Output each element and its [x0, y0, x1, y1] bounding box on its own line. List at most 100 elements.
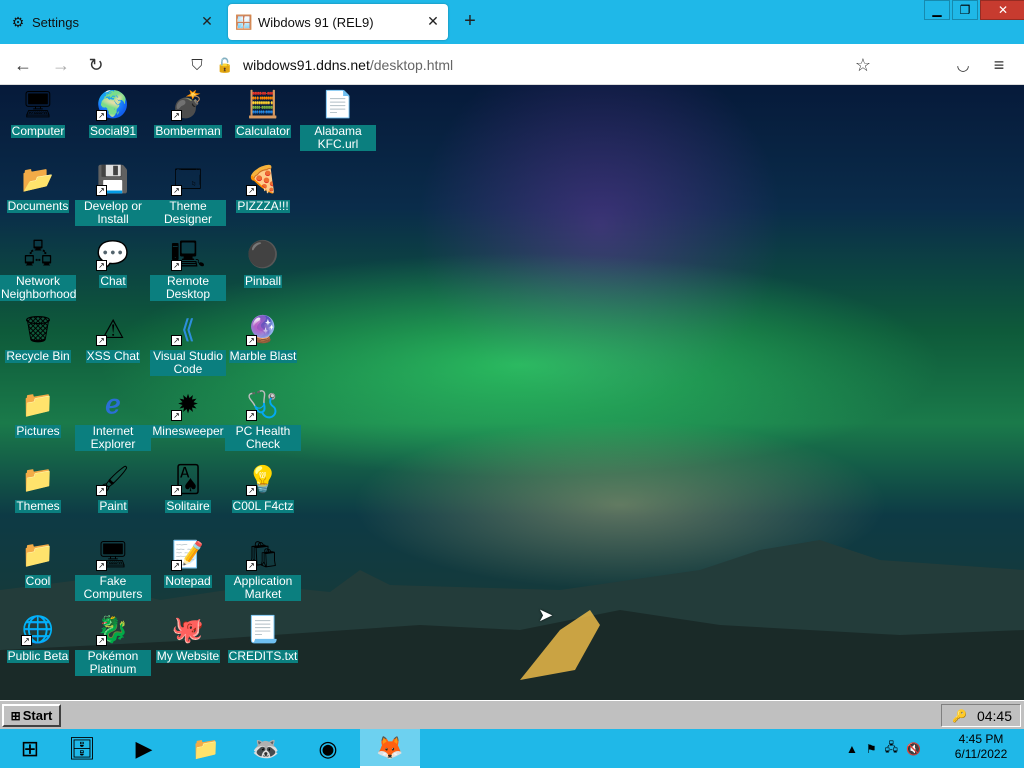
desktop-icon-marble-blast[interactable]: 🔮 ↗ Marble Blast	[225, 312, 301, 363]
window-close-button[interactable]: ✕	[980, 0, 1024, 20]
desktop-icon-my-website[interactable]: 🐙 My Website	[150, 612, 226, 663]
desktop-icon-documents[interactable]: 📂 Documents	[0, 162, 76, 213]
desktop-icon-internet-explorer[interactable]: ℯ Internet Explorer	[75, 387, 151, 451]
desktop-icon-pc-health-check[interactable]: 🩺 ↗ PC Health Check	[225, 387, 301, 451]
desktop-icon-paint[interactable]: 🖌 ↗ Paint	[75, 462, 151, 513]
desktop-icon-xss-chat[interactable]: ⚠ ↗ XSS Chat	[75, 312, 151, 363]
chevron-up-icon[interactable]: ▲	[846, 742, 858, 756]
url-host: wibdows91.ddns.net	[243, 57, 370, 73]
back-button[interactable]: ←	[10, 52, 36, 78]
icon-label: Fake Computers	[75, 575, 151, 601]
icon-label: Theme Designer	[150, 200, 226, 226]
network-tray-icon[interactable]: 🖧	[885, 738, 898, 759]
desktop-icon-theme-designer[interactable]: 🗔 ↗ Theme Designer	[150, 162, 226, 226]
ie-icon: ℯ	[105, 389, 121, 419]
health-check-icon: 🩺 ↗	[246, 389, 280, 421]
desktop-icon-notepad[interactable]: 📝 ↗ Notepad	[150, 537, 226, 588]
icon-label: Chat	[99, 274, 127, 288]
raccoon-app-icon[interactable]: 🦝	[236, 729, 296, 768]
computer-icon: 🖥 ↗	[96, 539, 130, 571]
wibdows-tray: 🔑 04:45	[941, 704, 1021, 727]
desktop-icon-application-market[interactable]: 🛍 ↗ Application Market	[225, 537, 301, 601]
desktop-icon-cool-factz[interactable]: 💡 ↗ C00L F4ctz	[225, 462, 301, 513]
new-tab-button[interactable]: +	[458, 10, 482, 34]
url-field[interactable]: wibdows91.ddns.net/desktop.html	[243, 49, 843, 81]
shield-icon[interactable]: ⛉	[184, 52, 210, 78]
wibdows-desktop: 🖥 Computer 🌍 ↗ Social91 💣 ↗ Bomberman 🧮 Ca…	[0, 85, 1024, 700]
restore-button[interactable]: ❐	[952, 0, 978, 20]
pokemon-icon: 🐉 ↗	[96, 614, 130, 646]
icon-label: Alabama KFC.url	[300, 125, 376, 151]
desktop-icon-social91[interactable]: 🌍 ↗ Social91	[75, 87, 151, 138]
desktop-icon-bomberman[interactable]: 💣 ↗ Bomberman	[150, 87, 226, 138]
calculator-icon: 🧮	[246, 89, 280, 119]
server-manager-icon[interactable]: 🗄	[52, 729, 112, 768]
desktop-icon-network-neighborhood[interactable]: 🖧 Network Neighborhood	[0, 237, 76, 301]
tab-wibdows[interactable]: 🪟 Wibdows 91 (REL9) ✕	[228, 4, 448, 40]
start-button[interactable]: ⊞ Start	[2, 704, 61, 727]
icon-label: Visual Studio Code	[150, 350, 226, 376]
tab-settings[interactable]: ⚙ Settings ✕	[0, 4, 222, 40]
minimize-button[interactable]: ▁	[924, 0, 950, 20]
warning-chat-icon: ⚠ ↗	[96, 312, 130, 346]
menu-icon[interactable]: ≡	[986, 52, 1012, 78]
desktop-icon-pinball[interactable]: ⚫ Pinball	[225, 237, 301, 288]
desktop-icon-recycle-bin[interactable]: 🗑 Recycle Bin	[0, 312, 76, 363]
desktop-icon-pictures[interactable]: 📁 Pictures	[0, 387, 76, 438]
wibdows-taskbar: ⊞ Start 🔑 04:45	[0, 700, 1024, 729]
flag-icon[interactable]: ⚑	[866, 742, 877, 756]
desktop-icon-minesweeper[interactable]: ✹ ↗ Minesweeper	[150, 387, 226, 438]
text-file-icon: 📃	[246, 614, 280, 644]
url-path: /desktop.html	[369, 57, 454, 73]
wibdows-favicon: 🪟	[235, 13, 253, 30]
windows-start-icon[interactable]: ⊞	[0, 729, 60, 768]
powershell-icon[interactable]: ▶	[114, 729, 174, 768]
icon-label: Public Beta	[6, 649, 70, 663]
file-explorer-icon[interactable]: 📁	[176, 729, 236, 768]
setup-icon: 💾 ↗	[96, 164, 130, 196]
desktop-icon-themes[interactable]: 📁 Themes	[0, 462, 76, 513]
gear-icon: ⚙	[11, 13, 25, 30]
icon-label: Pokémon Platinum	[75, 650, 151, 676]
icon-label: Remote Desktop	[150, 275, 226, 301]
pocket-icon[interactable]: ◡	[950, 52, 976, 78]
vscode-icon: ⟪ ↗	[171, 312, 205, 346]
start-label: Start	[22, 708, 53, 723]
icon-label: Application Market	[225, 575, 301, 601]
desktop-icon-chat[interactable]: 💬 ↗ Chat	[75, 237, 151, 288]
window-icon: 🗔 ↗	[171, 162, 205, 196]
volume-muted-icon[interactable]: 🔇	[906, 742, 921, 756]
desktop-icon-calculator[interactable]: 🧮 Calculator	[225, 87, 301, 138]
desktop-icon-pizzza[interactable]: 🍕 ↗ PIZZZA!!!	[225, 162, 301, 213]
desktop-icon-remote-desktop[interactable]: 🖳 ↗ Remote Desktop	[150, 237, 226, 301]
icon-label: Develop or Install	[75, 200, 151, 226]
icon-label: My Website	[155, 649, 221, 663]
desktop-icon-alabama-kfc[interactable]: 📄 Alabama KFC.url	[300, 87, 376, 151]
close-icon[interactable]: ✕	[426, 14, 440, 28]
firefox-icon[interactable]: 🦊	[360, 729, 420, 768]
bookmark-star-icon[interactable]: ☆	[850, 52, 876, 78]
remote-desktop-icon: 🖳 ↗	[170, 239, 206, 271]
icon-label: Paint	[98, 499, 128, 513]
icon-label: Calculator	[234, 124, 292, 138]
desktop-icon-develop-install[interactable]: 💾 ↗ Develop or Install	[75, 162, 151, 226]
desktop-icon-fake-computers[interactable]: 🖥 ↗ Fake Computers	[75, 537, 151, 601]
host-clock[interactable]: 4:45 PM 6/11/2022	[942, 732, 1020, 762]
close-icon[interactable]: ✕	[200, 14, 214, 28]
desktop-icon-public-beta[interactable]: 🌐 ↗ Public Beta	[0, 612, 76, 663]
desktop-icon-credits[interactable]: 📃 CREDITS.txt	[225, 612, 301, 663]
pizza-icon: 🍕 ↗	[246, 164, 280, 196]
desktop-icon-solitaire[interactable]: 🂡 ↗ Solitaire	[150, 462, 226, 513]
icon-label: Pinball	[243, 274, 283, 288]
key-icon[interactable]: 🔑	[952, 709, 967, 723]
windows-logo-icon: ⊞	[10, 708, 21, 723]
desktop-icon-cool[interactable]: 📁 Cool	[0, 537, 76, 588]
lock-icon[interactable]: 🔓	[212, 52, 238, 78]
icon-label: XSS Chat	[85, 349, 141, 363]
forward-button[interactable]: →	[48, 52, 74, 78]
desktop-icon-computer[interactable]: 🖥 Computer	[0, 87, 76, 138]
desktop-icon-vscode[interactable]: ⟪ ↗ Visual Studio Code	[150, 312, 226, 376]
reload-button[interactable]: ↻	[83, 52, 109, 78]
desktop-icon-pokemon-platinum[interactable]: 🐉 ↗ Pokémon Platinum	[75, 612, 151, 676]
chrome-icon[interactable]: ◉	[298, 729, 358, 768]
